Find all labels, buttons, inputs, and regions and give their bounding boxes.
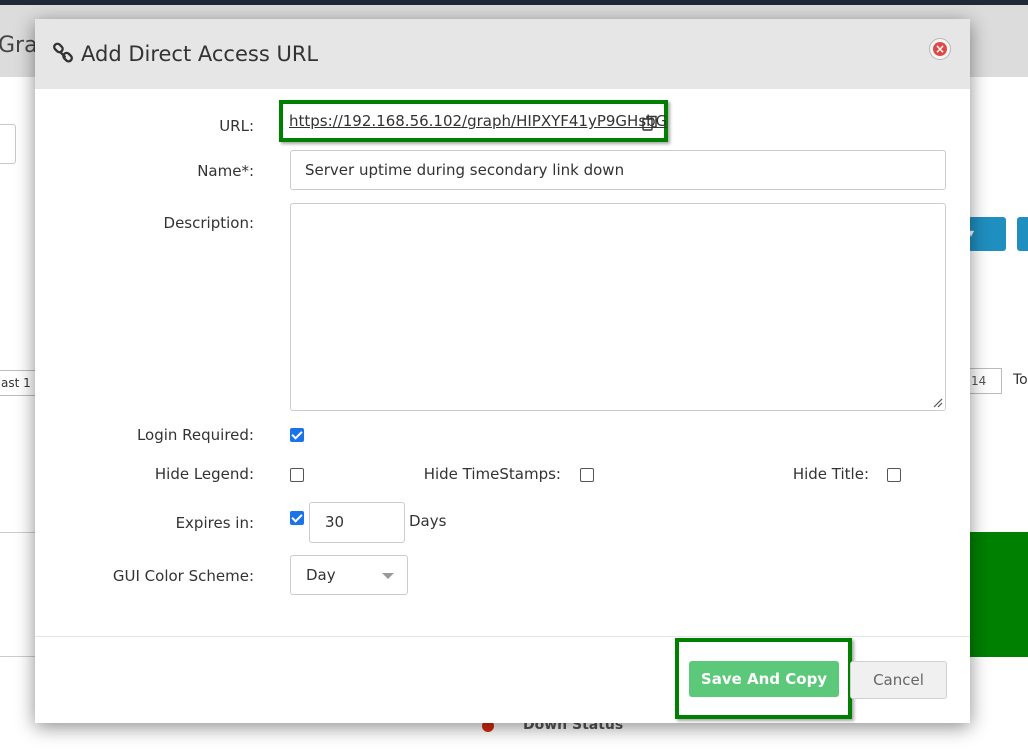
background-divider <box>0 532 40 533</box>
login-required-checkbox[interactable] <box>290 428 304 442</box>
hide-title-checkbox[interactable] <box>887 468 901 482</box>
url-highlight-box: https://192.168.56.102/graph/HIPXYF41yP9… <box>279 100 668 142</box>
background-dropdown-button: ▾ <box>968 217 1006 251</box>
cancel-button[interactable]: Cancel <box>850 661 947 699</box>
hide-timestamps-checkbox[interactable] <box>580 468 594 482</box>
gui-color-scheme-label: GUI Color Scheme: <box>112 567 254 585</box>
hide-timestamps-label: Hide TimeStamps: <box>423 465 561 483</box>
resize-handle-icon[interactable] <box>933 398 943 408</box>
expires-unit-label: Days <box>409 512 447 530</box>
background-button <box>1017 217 1028 251</box>
login-required-label: Login Required: <box>136 426 254 444</box>
background-to-label: To <box>1013 372 1028 388</box>
expires-checkbox[interactable] <box>290 511 304 525</box>
dialog-header: Add Direct Access URL × <box>35 19 970 89</box>
hide-legend-label: Hide Legend: <box>154 465 254 483</box>
name-label: Name*: <box>197 162 254 180</box>
footer-divider <box>35 636 970 637</box>
background-divider <box>0 656 40 657</box>
copy-icon[interactable] <box>641 114 659 132</box>
expires-days-input[interactable]: 30 <box>309 502 405 543</box>
background-date-input: 14 <box>968 368 1002 394</box>
description-textarea[interactable] <box>290 203 946 411</box>
name-input[interactable]: Server uptime during secondary link down <box>290 150 946 190</box>
save-and-copy-button[interactable]: Save And Copy <box>689 661 839 697</box>
url-label: URL: <box>219 117 254 135</box>
direct-access-url-link[interactable]: https://192.168.56.102/graph/HIPXYF41yP9… <box>289 112 667 130</box>
background-status-chart-bar <box>968 532 1028 657</box>
background-range-select: ast 1 ho <box>0 370 40 396</box>
dialog-title: Add Direct Access URL <box>81 42 319 66</box>
gui-color-scheme-value: Day <box>306 566 336 584</box>
chevron-down-icon <box>382 573 394 579</box>
gui-color-scheme-select[interactable]: Day <box>290 555 408 595</box>
close-icon[interactable]: × <box>929 38 951 60</box>
save-button-highlight-box: Save And Copy <box>675 638 852 719</box>
description-label: Description: <box>163 214 254 232</box>
hide-title-label: Hide Title: <box>792 465 869 483</box>
add-direct-access-url-dialog: Add Direct Access URL × URL: https://192… <box>35 19 970 723</box>
hide-legend-checkbox[interactable] <box>290 468 304 482</box>
expires-in-label: Expires in: <box>175 514 254 532</box>
background-control <box>0 124 16 164</box>
link-icon <box>53 42 73 63</box>
